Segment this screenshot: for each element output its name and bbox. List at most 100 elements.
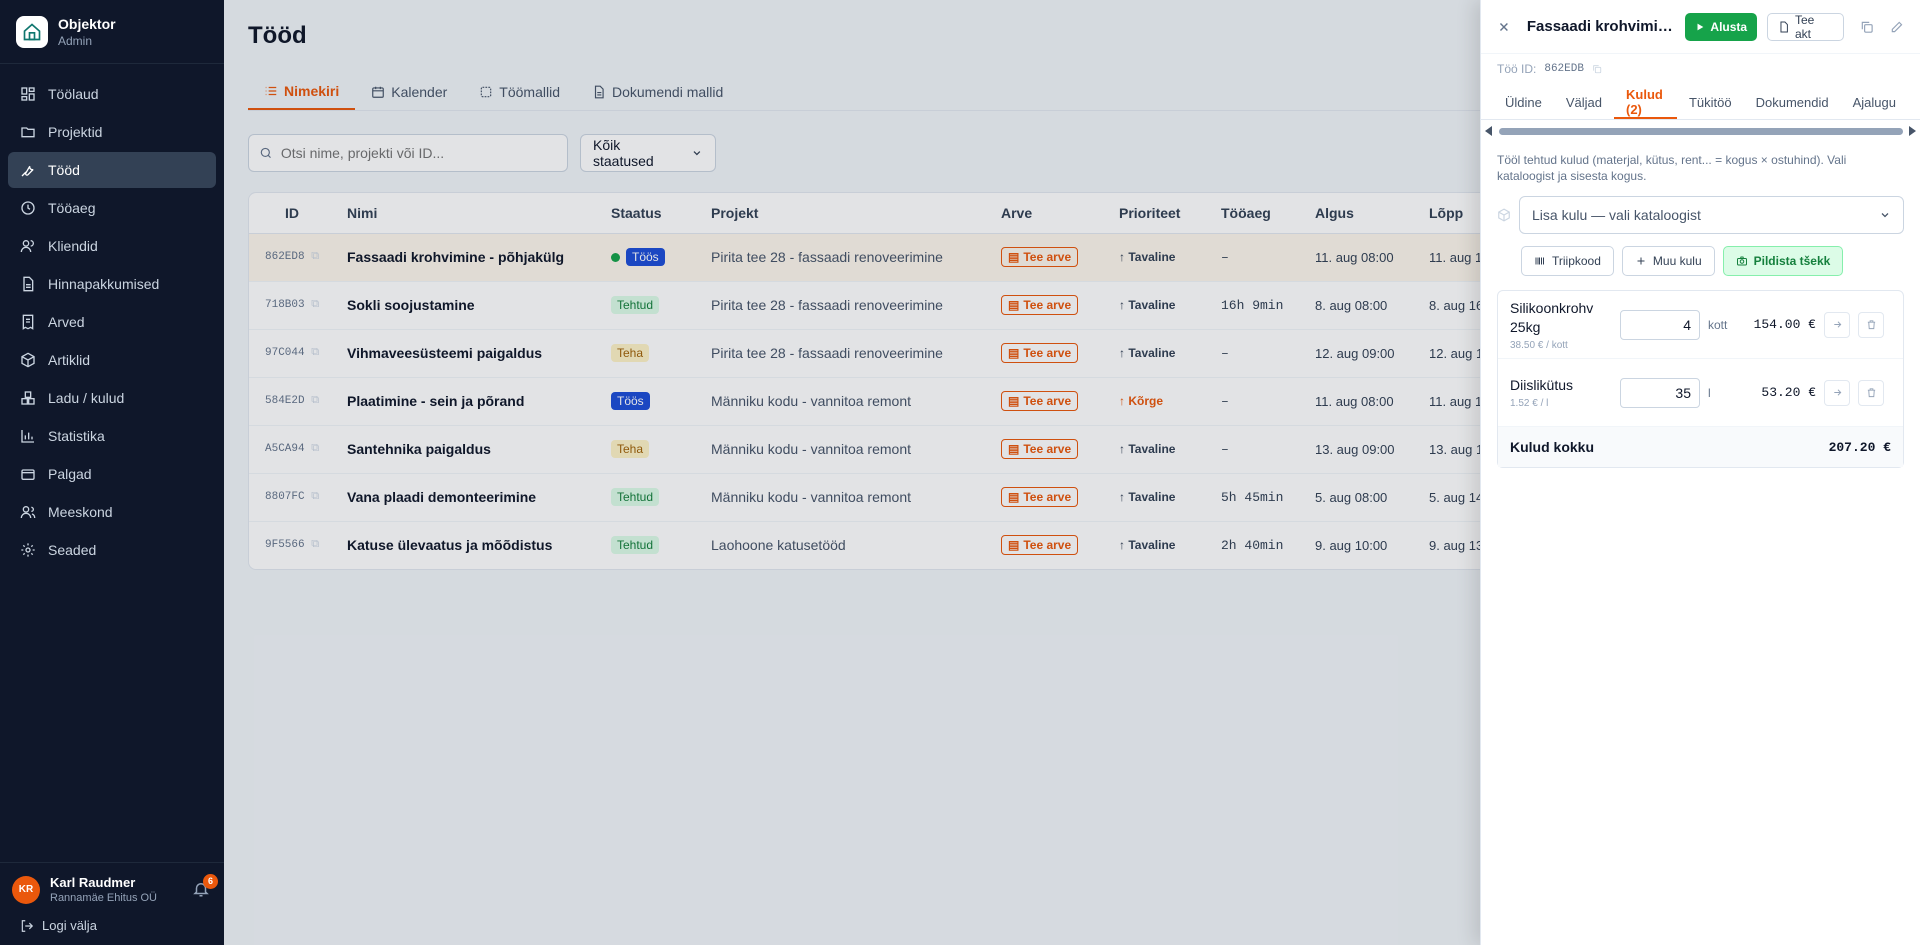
user-company: Rannamäe Ehitus OÜ <box>50 892 157 904</box>
sidebar-item-label: Artiklid <box>48 352 91 368</box>
photo-receipt-button[interactable]: Pildista tšekk <box>1722 246 1844 276</box>
panel-tab-kulud[interactable]: Kulud (2) <box>1614 86 1677 119</box>
user-box: KR Karl Raudmer Rannamäe Ehitus OÜ 6 Log… <box>0 862 224 945</box>
avatar[interactable]: KR <box>12 875 40 904</box>
logout-icon <box>21 919 34 932</box>
team-icon <box>20 506 36 519</box>
document-icon <box>23 276 34 292</box>
cost-item: Silikoonkrohv 25kg 38.50 € / kott kott 154.… <box>1498 291 1903 359</box>
panel-tab-valjad[interactable]: Väljad <box>1554 86 1614 119</box>
cost-total-label: Kulud kokku <box>1510 439 1595 455</box>
logout-label: Logi välja <box>42 918 97 933</box>
copy-icon[interactable] <box>1592 64 1602 74</box>
chevron-down-icon <box>1881 213 1889 218</box>
cost-item-unit-price: 38.50 € / kott <box>1510 339 1568 351</box>
make-act-button[interactable]: Tee akt <box>1767 12 1845 41</box>
brand[interactable]: Objektor Admin <box>0 0 224 64</box>
sidebar-item-label: Tööaeg <box>48 200 96 216</box>
scroll-left-arrow-icon[interactable] <box>1485 126 1492 136</box>
sidebar-item-toolaud[interactable]: Töölaud <box>8 76 216 112</box>
bar-chart-icon <box>21 430 34 443</box>
start-button[interactable]: Alusta <box>1685 12 1758 41</box>
wallet-icon <box>21 469 35 480</box>
scroll-right-arrow-icon[interactable] <box>1909 126 1916 136</box>
logout-button[interactable]: Logi välja <box>12 918 212 933</box>
cost-item-unit-price: 1.52 € / l <box>1510 398 1549 409</box>
job-id-row: Töö ID: 862EDB <box>1481 54 1920 76</box>
copy-icon[interactable] <box>1860 20 1874 34</box>
barcode-button[interactable]: Triipkood <box>1521 246 1614 276</box>
notification-count-badge: 6 <box>203 873 218 889</box>
sidebar-item-label: Hinnapakkumised <box>48 276 160 292</box>
sidebar-item-hinnapakkumised[interactable]: Hinnapakkumised <box>8 266 216 302</box>
move-cost-button[interactable] <box>1824 379 1850 406</box>
sidebar-item-projektid[interactable]: Projektid <box>8 114 216 150</box>
sidebar-item-palgad[interactable]: Palgad <box>8 456 216 492</box>
sidebar-item-label: Kliendid <box>48 238 98 254</box>
edit-icon[interactable] <box>1890 20 1904 34</box>
sidebar-item-label: Seaded <box>48 542 97 558</box>
panel-tab-ajalugu[interactable]: Ajalugu <box>1841 86 1908 119</box>
panel-header: Fassaadi krohvimine - põhjakülg Alusta T… <box>1481 0 1920 54</box>
catalog-select[interactable]: Lisa kulu — vali kataloogist <box>1519 196 1904 234</box>
sidebar-item-arved[interactable]: Arved <box>8 304 216 340</box>
sidebar-item-statistika[interactable]: Statistika <box>8 418 216 454</box>
cost-item-unit: kott <box>1708 317 1728 332</box>
job-detail-panel: Fassaadi krohvimine - põhjakülg Alusta T… <box>1480 0 1920 945</box>
sidebar-item-label: Tööd <box>48 162 80 178</box>
sidebar-item-kliendid[interactable]: Kliendid <box>8 228 216 264</box>
add-cost-row: Lisa kulu — vali kataloogist <box>1481 184 1920 234</box>
panel-tab-uldine[interactable]: Üldine <box>1493 86 1554 119</box>
package-icon <box>21 352 35 368</box>
plus-icon <box>1637 257 1645 265</box>
gear-icon <box>21 543 35 557</box>
cost-item: Diislikütus 1.52 € / l l 53.20 € <box>1498 359 1903 427</box>
sidebar-item-tood[interactable]: Tööd <box>8 152 216 188</box>
cost-item-name: Diislikütus <box>1510 377 1574 393</box>
play-icon <box>1697 23 1704 30</box>
close-icon[interactable] <box>1497 20 1511 34</box>
barcode-label: Triipkood <box>1552 254 1601 268</box>
cost-item-name: Silikoonkrohv 25kg <box>1510 299 1594 335</box>
home-logo-icon <box>16 15 48 48</box>
wrench-icon <box>21 165 34 177</box>
sidebar-item-label: Ladu / kulud <box>48 390 125 406</box>
sidebar-item-seaded[interactable]: Seaded <box>8 532 216 568</box>
panel-tab-dokumendid[interactable]: Dokumendid <box>1744 86 1841 119</box>
user-name: Karl Raudmer <box>50 875 136 890</box>
cost-item-unit: l <box>1708 385 1711 400</box>
camera-icon <box>1736 256 1747 266</box>
quantity-input[interactable] <box>1620 377 1700 408</box>
make-act-label: Tee akt <box>1794 12 1815 41</box>
cost-item-amount: 53.20 € <box>1761 385 1816 400</box>
delete-cost-button[interactable] <box>1858 311 1884 338</box>
sidebar: Objektor Admin Töölaud Projektid Tööd Tö… <box>0 0 224 945</box>
sidebar-item-label: Töölaud <box>48 86 99 102</box>
quantity-input[interactable] <box>1620 309 1700 340</box>
arrow-right-icon <box>1833 321 1841 328</box>
sidebar-item-tooaeg[interactable]: Tööaeg <box>8 190 216 226</box>
dashboard-icon <box>21 87 35 101</box>
folder-icon <box>21 127 35 138</box>
cost-actions: Triipkood Muu kulu Pildista tšekk <box>1481 234 1920 276</box>
tabs-scrollbar[interactable] <box>1485 124 1916 140</box>
costs-description: Tööl tehtud kulud (materjal, kütus, rent… <box>1497 153 1847 183</box>
boxes-icon <box>21 391 35 405</box>
barcode-icon <box>1535 257 1544 265</box>
delete-cost-button[interactable] <box>1858 379 1884 406</box>
sidebar-nav: Töölaud Projektid Tööd Tööaeg Kliendid H… <box>0 64 224 582</box>
cost-total-row: Kulud kokku 207.20 € <box>1498 427 1903 467</box>
move-cost-button[interactable] <box>1824 311 1850 338</box>
cost-list: Silikoonkrohv 25kg 38.50 € / kott kott 154.… <box>1497 290 1904 468</box>
scrollbar-thumb[interactable] <box>1499 128 1903 135</box>
other-cost-button[interactable]: Muu kulu <box>1621 246 1715 276</box>
users-icon <box>20 240 34 253</box>
panel-tab-tukitoo[interactable]: Tükitöö <box>1677 86 1744 119</box>
notifications-button[interactable]: 6 <box>192 873 218 900</box>
sidebar-item-meeskond[interactable]: Meeskond <box>8 494 216 530</box>
sidebar-item-artiklid[interactable]: Artiklid <box>8 342 216 378</box>
clock-icon <box>21 201 35 215</box>
sidebar-item-ladu[interactable]: Ladu / kulud <box>8 380 216 416</box>
photo-receipt-label: Pildista tšekk <box>1753 254 1831 268</box>
job-id-value: 862EDB <box>1544 63 1584 75</box>
